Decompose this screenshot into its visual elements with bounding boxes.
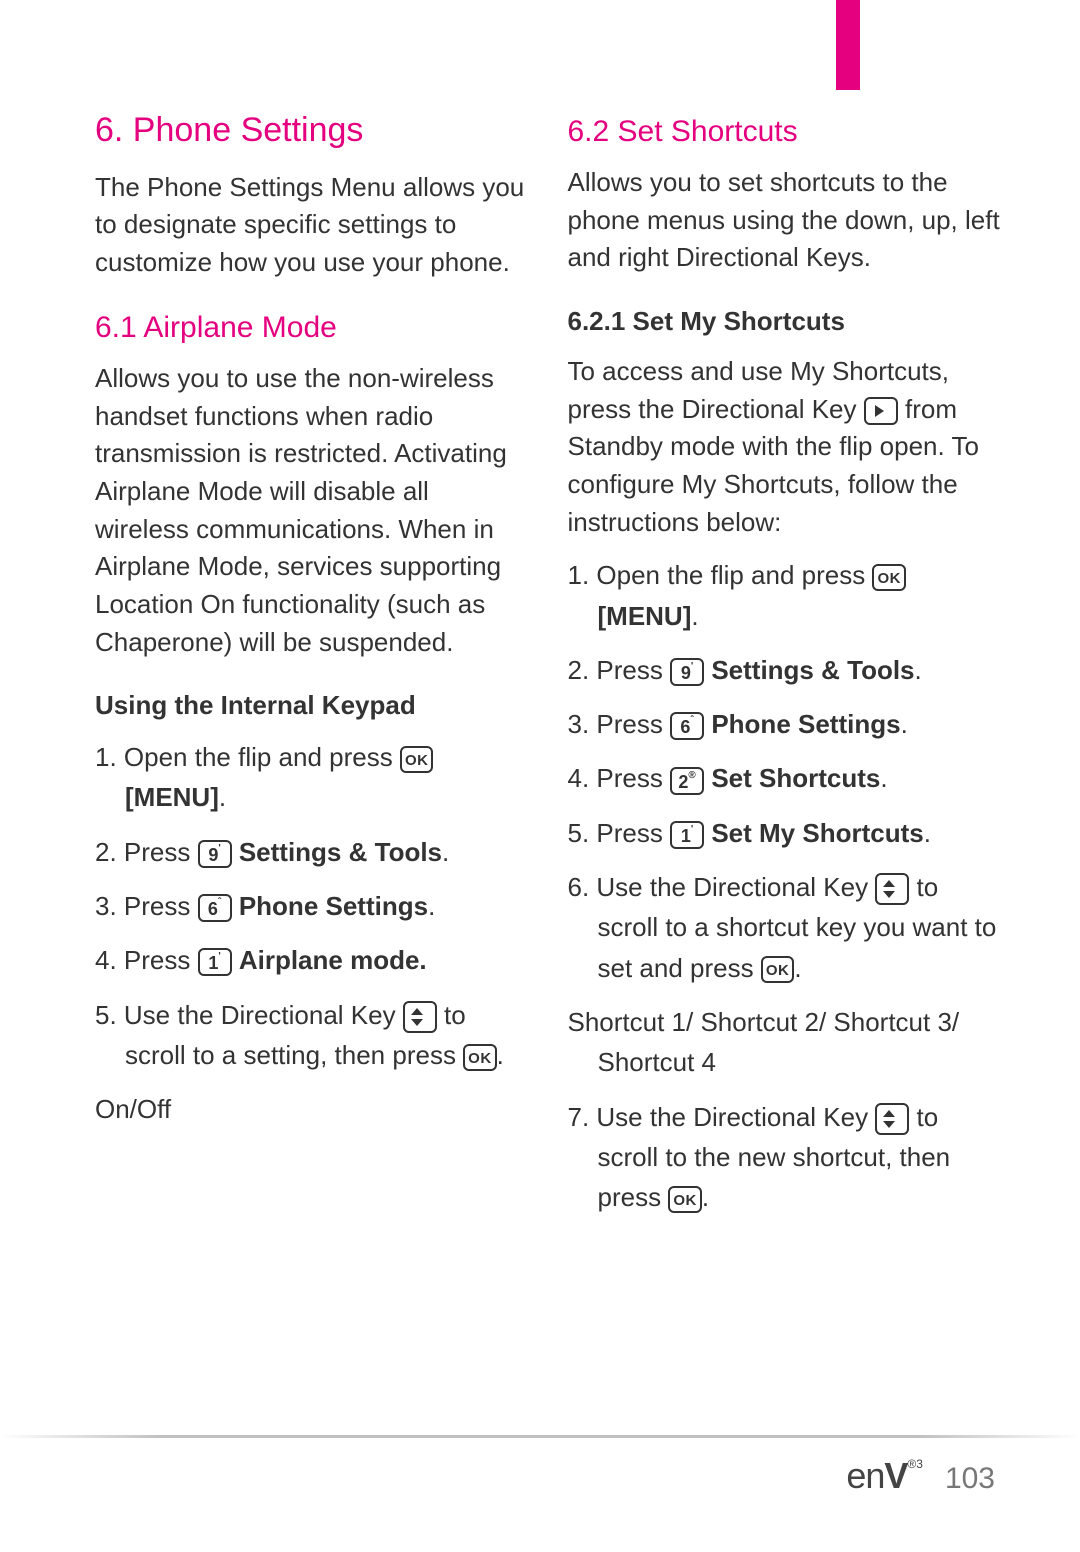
key-6-icon: 6ˆ [198,894,232,922]
on-off-options: On/Off [95,1089,528,1129]
step-text: 1. Open the flip and press [568,560,873,590]
phone-settings-label: Phone Settings [711,709,900,739]
shortcut-step-6: 6. Use the Directional Key to scroll to … [568,867,1001,988]
settings-tools-label: Settings & Tools [711,655,914,685]
key-2-icon: 2® [670,767,704,795]
airplane-step-5: 5. Use the Directional Key to scroll to … [95,995,528,1076]
menu-label: [MENU] [125,782,219,812]
step-text: . [901,709,908,739]
heading-phone-settings: 6. Phone Settings [95,110,528,151]
page-edge-tab [836,0,860,90]
right-column: 6.2 Set Shortcuts Allows you to set shor… [568,110,1001,1231]
heading-set-shortcuts: 6.2 Set Shortcuts [568,114,1001,150]
step-text: . [497,1040,504,1070]
phone-settings-intro: The Phone Settings Menu allows you to de… [95,169,528,282]
step-text: . [691,601,698,631]
ok-key-icon: OK [463,1044,497,1071]
set-my-shortcuts-desc: To access and use My Shortcuts, press th… [568,353,1001,541]
step-text: 2. Press [568,655,671,685]
step-text: . [924,818,931,848]
set-shortcuts-label: Set Shortcuts [711,763,880,793]
ok-key-icon: OK [400,746,434,773]
heading-using-internal-keypad: Using the Internal Keypad [95,689,528,723]
step-text: 4. Press [95,945,198,975]
step-text: . [428,891,435,921]
settings-tools-label: Settings & Tools [239,837,442,867]
heading-airplane-mode: 6.1 Airplane Mode [95,310,528,346]
step-text: 3. Press [568,709,671,739]
airplane-mode-label: Airplane mode. [239,945,427,975]
footer-divider [0,1435,1080,1438]
up-down-key-icon [875,1103,909,1135]
step-text: 7. Use the Directional Key [568,1102,876,1132]
shortcut-step-7: 7. Use the Directional Key to scroll to … [568,1097,1001,1218]
up-down-key-icon [875,873,909,905]
set-my-shortcuts-label: Set My Shortcuts [711,818,923,848]
page-number: 103 [945,1462,995,1496]
left-column: 6. Phone Settings The Phone Settings Men… [95,110,528,1231]
logo-text: V [884,1455,907,1496]
step-text: 3. Press [95,891,198,921]
step-text: 1. Open the flip and press [95,742,400,772]
airplane-step-1: 1. Open the flip and press OK [MENU]. [95,737,528,818]
page-footer: enV®3 103 [846,1455,995,1497]
key-9-icon: 9' [670,658,704,686]
step-text: 5. Press [568,818,671,848]
key-9-icon: 9' [198,840,232,868]
key-1-icon: 1' [198,948,232,976]
shortcut-step-4: 4. Press 2® Set Shortcuts. [568,758,1001,798]
step-text: 6. Use the Directional Key [568,872,876,902]
set-shortcuts-desc: Allows you to set shortcuts to the phone… [568,164,1001,277]
step-text: . [219,782,226,812]
step-text: . [880,763,887,793]
shortcut-step-5: 5. Press 1' Set My Shortcuts. [568,813,1001,853]
up-down-key-icon [403,1001,437,1033]
logo-sup: ®3 [907,1457,923,1471]
ok-key-icon: OK [668,1186,702,1213]
airplane-step-2: 2. Press 9' Settings & Tools. [95,832,528,872]
env3-logo: enV®3 [846,1455,923,1497]
heading-set-my-shortcuts: 6.2.1 Set My Shortcuts [568,305,1001,339]
ok-key-icon: OK [872,564,906,591]
airplane-step-3: 3. Press 6ˆ Phone Settings. [95,886,528,926]
shortcut-step-3: 3. Press 6ˆ Phone Settings. [568,704,1001,744]
shortcut-step-1: 1. Open the flip and press OK [MENU]. [568,555,1001,636]
right-key-icon [864,397,898,425]
step-text: 5. Use the Directional Key [95,1000,403,1030]
step-text: . [915,655,922,685]
phone-settings-label: Phone Settings [239,891,428,921]
menu-label: [MENU] [598,601,692,631]
step-text: 4. Press [568,763,671,793]
step-text: 2. Press [95,837,198,867]
step-text: . [442,837,449,867]
content-columns: 6. Phone Settings The Phone Settings Men… [0,0,1080,1231]
key-1-icon: 1' [670,821,704,849]
ok-key-icon: OK [761,956,795,983]
airplane-mode-desc: Allows you to use the non-wireless hands… [95,360,528,662]
airplane-step-4: 4. Press 1' Airplane mode. [95,940,528,980]
logo-text: en [846,1455,884,1496]
shortcut-step-2: 2. Press 9' Settings & Tools. [568,650,1001,690]
step-text: . [794,953,801,983]
key-6-icon: 6ˆ [670,712,704,740]
shortcut-slot-list: Shortcut 1/ Shortcut 2/ Shortcut 3/ Shor… [568,1002,1001,1083]
step-text: . [702,1182,709,1212]
